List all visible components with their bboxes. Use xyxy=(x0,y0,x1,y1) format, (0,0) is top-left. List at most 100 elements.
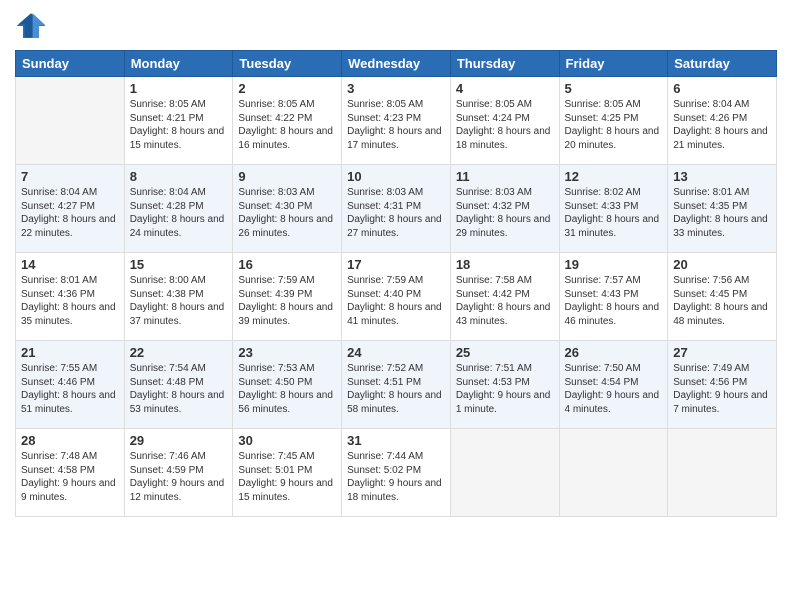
day-cell: 12 Sunrise: 8:02 AMSunset: 4:33 PMDayligh… xyxy=(559,165,668,253)
day-cell: 10Sunrise: 8:03 AMSunset: 4:31 PMDayligh… xyxy=(342,165,451,253)
day-info: Sunrise: 8:02 AMSunset: 4:33 PMDaylight:… xyxy=(565,186,663,240)
day-number: 8 xyxy=(130,169,228,184)
day-cell: 22 Sunrise: 7:54 AMSunset: 4:48 PMDayligh… xyxy=(124,341,233,429)
logo-icon xyxy=(15,10,47,42)
day-number: 21 xyxy=(21,345,119,360)
week-row-1: 1 Sunrise: 8:05 AMSunset: 4:21 PMDaylight… xyxy=(16,77,777,165)
day-info: Sunrise: 7:53 AMSunset: 4:50 PMDaylight:… xyxy=(238,362,336,416)
day-cell: 28 Sunrise: 7:48 AMSunset: 4:58 PMDayligh… xyxy=(16,429,125,517)
day-cell: 23 Sunrise: 7:53 AMSunset: 4:50 PMDayligh… xyxy=(233,341,342,429)
day-number: 29 xyxy=(130,433,228,448)
day-header-monday: Monday xyxy=(124,51,233,77)
day-number: 6 xyxy=(673,81,771,96)
day-cell: 1 Sunrise: 8:05 AMSunset: 4:21 PMDaylight… xyxy=(124,77,233,165)
day-cell xyxy=(559,429,668,517)
day-cell: 21 Sunrise: 7:55 AMSunset: 4:46 PMDayligh… xyxy=(16,341,125,429)
day-info: Sunrise: 7:45 AMSunset: 5:01 PMDaylight:… xyxy=(238,450,336,504)
day-info: Sunrise: 8:03 AMSunset: 4:30 PMDaylight:… xyxy=(238,186,336,240)
day-number: 30 xyxy=(238,433,336,448)
day-number: 25 xyxy=(456,345,554,360)
day-cell: 3Sunrise: 8:05 AMSunset: 4:23 PMDaylight… xyxy=(342,77,451,165)
week-row-5: 28 Sunrise: 7:48 AMSunset: 4:58 PMDayligh… xyxy=(16,429,777,517)
day-header-thursday: Thursday xyxy=(450,51,559,77)
day-info: Sunrise: 7:59 AMSunset: 4:39 PMDaylight:… xyxy=(238,274,336,328)
day-number: 15 xyxy=(130,257,228,272)
day-cell: 4Sunrise: 8:05 AMSunset: 4:24 PMDaylight… xyxy=(450,77,559,165)
day-info: Sunrise: 7:44 AMSunset: 5:02 PMDaylight:… xyxy=(347,450,445,504)
day-cell: 7 Sunrise: 8:04 AMSunset: 4:27 PMDaylight… xyxy=(16,165,125,253)
day-cell: 8Sunrise: 8:04 AMSunset: 4:28 PMDaylight… xyxy=(124,165,233,253)
day-info: Sunrise: 8:05 AMSunset: 4:24 PMDaylight:… xyxy=(456,98,554,152)
day-info: Sunrise: 7:51 AMSunset: 4:53 PMDaylight:… xyxy=(456,362,554,416)
day-number: 26 xyxy=(565,345,663,360)
page-container: SundayMondayTuesdayWednesdayThursdayFrid… xyxy=(0,0,792,527)
day-number: 27 xyxy=(673,345,771,360)
day-info: Sunrise: 8:04 AMSunset: 4:27 PMDaylight:… xyxy=(21,186,119,240)
day-info: Sunrise: 7:58 AMSunset: 4:42 PMDaylight:… xyxy=(456,274,554,328)
day-cell xyxy=(668,429,777,517)
logo xyxy=(15,10,51,42)
day-cell: 16 Sunrise: 7:59 AMSunset: 4:39 PMDayligh… xyxy=(233,253,342,341)
week-row-3: 14 Sunrise: 8:01 AMSunset: 4:36 PMDayligh… xyxy=(16,253,777,341)
day-cell: 29 Sunrise: 7:46 AMSunset: 4:59 PMDayligh… xyxy=(124,429,233,517)
day-cell: 25 Sunrise: 7:51 AMSunset: 4:53 PMDayligh… xyxy=(450,341,559,429)
day-number: 19 xyxy=(565,257,663,272)
day-number: 1 xyxy=(130,81,228,96)
day-number: 28 xyxy=(21,433,119,448)
header xyxy=(15,10,777,42)
day-info: Sunrise: 7:59 AMSunset: 4:40 PMDaylight:… xyxy=(347,274,445,328)
day-cell: 30 Sunrise: 7:45 AMSunset: 5:01 PMDayligh… xyxy=(233,429,342,517)
day-number: 10 xyxy=(347,169,445,184)
day-number: 14 xyxy=(21,257,119,272)
day-number: 3 xyxy=(347,81,445,96)
day-number: 24 xyxy=(347,345,445,360)
day-number: 18 xyxy=(456,257,554,272)
day-cell: 11Sunrise: 8:03 AMSunset: 4:32 PMDayligh… xyxy=(450,165,559,253)
day-number: 9 xyxy=(238,169,336,184)
day-number: 20 xyxy=(673,257,771,272)
day-header-sunday: Sunday xyxy=(16,51,125,77)
day-info: Sunrise: 8:05 AMSunset: 4:25 PMDaylight:… xyxy=(565,98,663,152)
day-cell: 15 Sunrise: 8:00 AMSunset: 4:38 PMDayligh… xyxy=(124,253,233,341)
day-number: 17 xyxy=(347,257,445,272)
day-info: Sunrise: 8:04 AMSunset: 4:26 PMDaylight:… xyxy=(673,98,771,152)
day-cell: 5Sunrise: 8:05 AMSunset: 4:25 PMDaylight… xyxy=(559,77,668,165)
day-number: 22 xyxy=(130,345,228,360)
day-info: Sunrise: 8:01 AMSunset: 4:35 PMDaylight:… xyxy=(673,186,771,240)
day-info: Sunrise: 7:50 AMSunset: 4:54 PMDaylight:… xyxy=(565,362,663,416)
day-number: 13 xyxy=(673,169,771,184)
day-info: Sunrise: 7:49 AMSunset: 4:56 PMDaylight:… xyxy=(673,362,771,416)
day-number: 23 xyxy=(238,345,336,360)
day-info: Sunrise: 7:54 AMSunset: 4:48 PMDaylight:… xyxy=(130,362,228,416)
day-cell: 31 Sunrise: 7:44 AMSunset: 5:02 PMDayligh… xyxy=(342,429,451,517)
day-number: 16 xyxy=(238,257,336,272)
day-info: Sunrise: 7:48 AMSunset: 4:58 PMDaylight:… xyxy=(21,450,119,504)
day-number: 7 xyxy=(21,169,119,184)
day-info: Sunrise: 7:55 AMSunset: 4:46 PMDaylight:… xyxy=(21,362,119,416)
day-cell: 6 Sunrise: 8:04 AMSunset: 4:26 PMDaylight… xyxy=(668,77,777,165)
day-info: Sunrise: 7:56 AMSunset: 4:45 PMDaylight:… xyxy=(673,274,771,328)
calendar-table: SundayMondayTuesdayWednesdayThursdayFrid… xyxy=(15,50,777,517)
day-header-wednesday: Wednesday xyxy=(342,51,451,77)
day-cell: 27 Sunrise: 7:49 AMSunset: 4:56 PMDayligh… xyxy=(668,341,777,429)
week-row-4: 21 Sunrise: 7:55 AMSunset: 4:46 PMDayligh… xyxy=(16,341,777,429)
day-cell: 24 Sunrise: 7:52 AMSunset: 4:51 PMDayligh… xyxy=(342,341,451,429)
day-info: Sunrise: 7:46 AMSunset: 4:59 PMDaylight:… xyxy=(130,450,228,504)
day-info: Sunrise: 7:52 AMSunset: 4:51 PMDaylight:… xyxy=(347,362,445,416)
day-info: Sunrise: 8:00 AMSunset: 4:38 PMDaylight:… xyxy=(130,274,228,328)
day-cell: 9 Sunrise: 8:03 AMSunset: 4:30 PMDaylight… xyxy=(233,165,342,253)
day-cell: 18 Sunrise: 7:58 AMSunset: 4:42 PMDayligh… xyxy=(450,253,559,341)
day-info: Sunrise: 8:01 AMSunset: 4:36 PMDaylight:… xyxy=(21,274,119,328)
day-header-friday: Friday xyxy=(559,51,668,77)
week-row-2: 7 Sunrise: 8:04 AMSunset: 4:27 PMDaylight… xyxy=(16,165,777,253)
day-cell: 26 Sunrise: 7:50 AMSunset: 4:54 PMDayligh… xyxy=(559,341,668,429)
day-cell xyxy=(450,429,559,517)
day-number: 12 xyxy=(565,169,663,184)
day-cell: 13 Sunrise: 8:01 AMSunset: 4:35 PMDayligh… xyxy=(668,165,777,253)
day-cell xyxy=(16,77,125,165)
day-header-saturday: Saturday xyxy=(668,51,777,77)
day-number: 31 xyxy=(347,433,445,448)
day-cell: 19Sunrise: 7:57 AMSunset: 4:43 PMDayligh… xyxy=(559,253,668,341)
day-cell: 14 Sunrise: 8:01 AMSunset: 4:36 PMDayligh… xyxy=(16,253,125,341)
day-info: Sunrise: 8:05 AMSunset: 4:21 PMDaylight:… xyxy=(130,98,228,152)
